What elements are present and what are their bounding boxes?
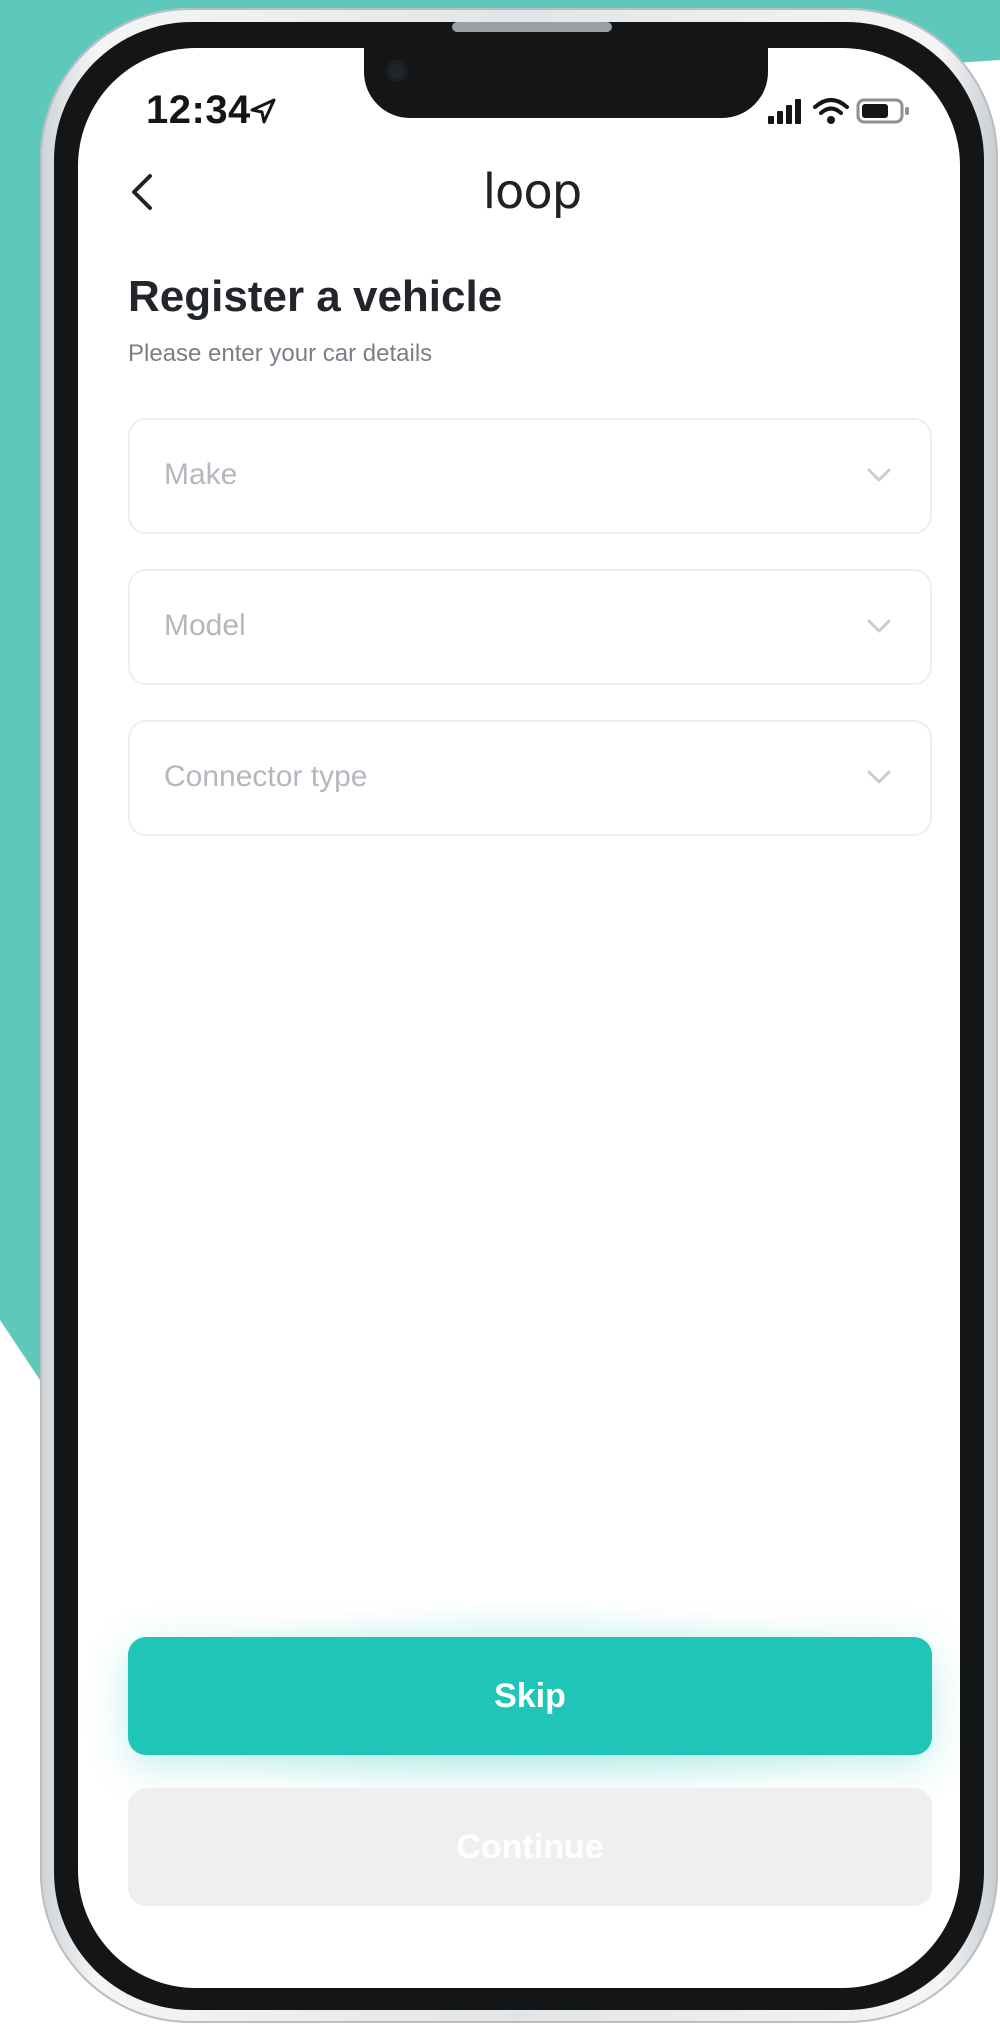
signal-icon <box>768 99 801 124</box>
make-placeholder: Make <box>164 458 238 491</box>
page-subtitle: Please enter your car details <box>128 340 433 367</box>
page-title: Register a vehicle <box>128 272 503 321</box>
chevron-down-icon <box>867 468 891 482</box>
phone-notch <box>364 48 768 118</box>
connector-type-dropdown[interactable]: Connector type <box>128 720 932 836</box>
continue-button[interactable]: Continue <box>128 1788 932 1906</box>
connector-type-placeholder: Connector type <box>164 760 368 793</box>
battery-icon <box>856 98 909 124</box>
model-dropdown[interactable]: Model <box>128 569 932 685</box>
model-placeholder: Model <box>164 609 246 642</box>
front-camera <box>386 60 408 82</box>
location-arrow-icon <box>250 98 276 124</box>
chevron-down-icon <box>867 770 891 784</box>
skip-button[interactable]: Skip <box>128 1637 932 1755</box>
app-logo: loop <box>482 164 583 220</box>
make-dropdown[interactable]: Make <box>128 418 932 534</box>
chevron-down-icon <box>867 619 891 633</box>
wifi-icon <box>813 98 849 124</box>
speaker-grill <box>452 22 612 32</box>
status-time: 12:34 <box>146 88 251 132</box>
